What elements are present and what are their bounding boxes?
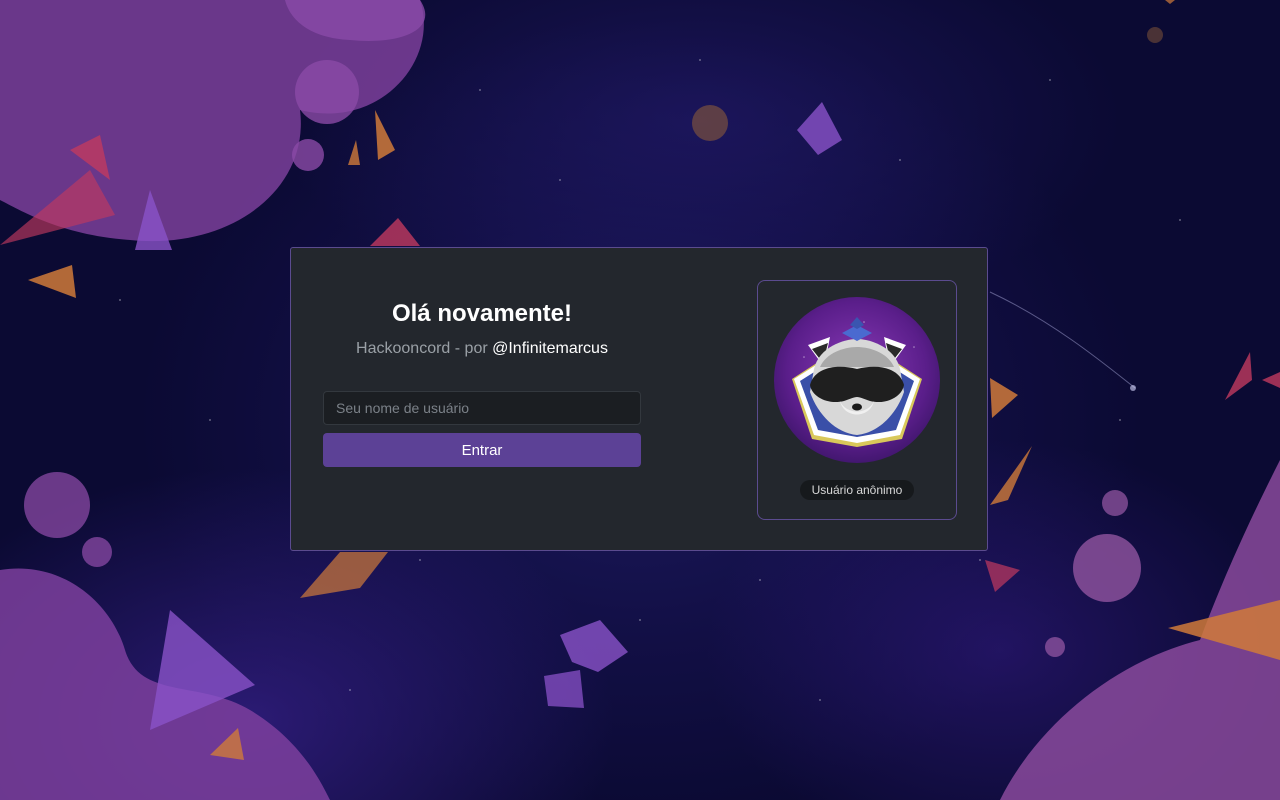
author-handle: @Infinitemarcus — [492, 340, 608, 357]
login-screen: Olá novamente! Hackooncord - por @Infini… — [0, 0, 1280, 800]
login-button[interactable]: Entrar — [323, 433, 641, 467]
app-name-text: Hackooncord - por — [356, 340, 493, 357]
page-title: Olá novamente! — [391, 300, 573, 327]
app-subtitle: Hackooncord - por @Infinitemarcus — [323, 340, 641, 358]
login-form: Olá novamente! Hackooncord - por @Infini… — [323, 248, 641, 550]
login-panel: Olá novamente! Hackooncord - por @Infini… — [290, 247, 988, 551]
profile-preview-card: Usuário anônimo — [757, 280, 957, 520]
username-input[interactable] — [323, 391, 641, 425]
raccoon-avatar-icon — [774, 297, 940, 463]
username-badge: Usuário anônimo — [800, 480, 914, 500]
